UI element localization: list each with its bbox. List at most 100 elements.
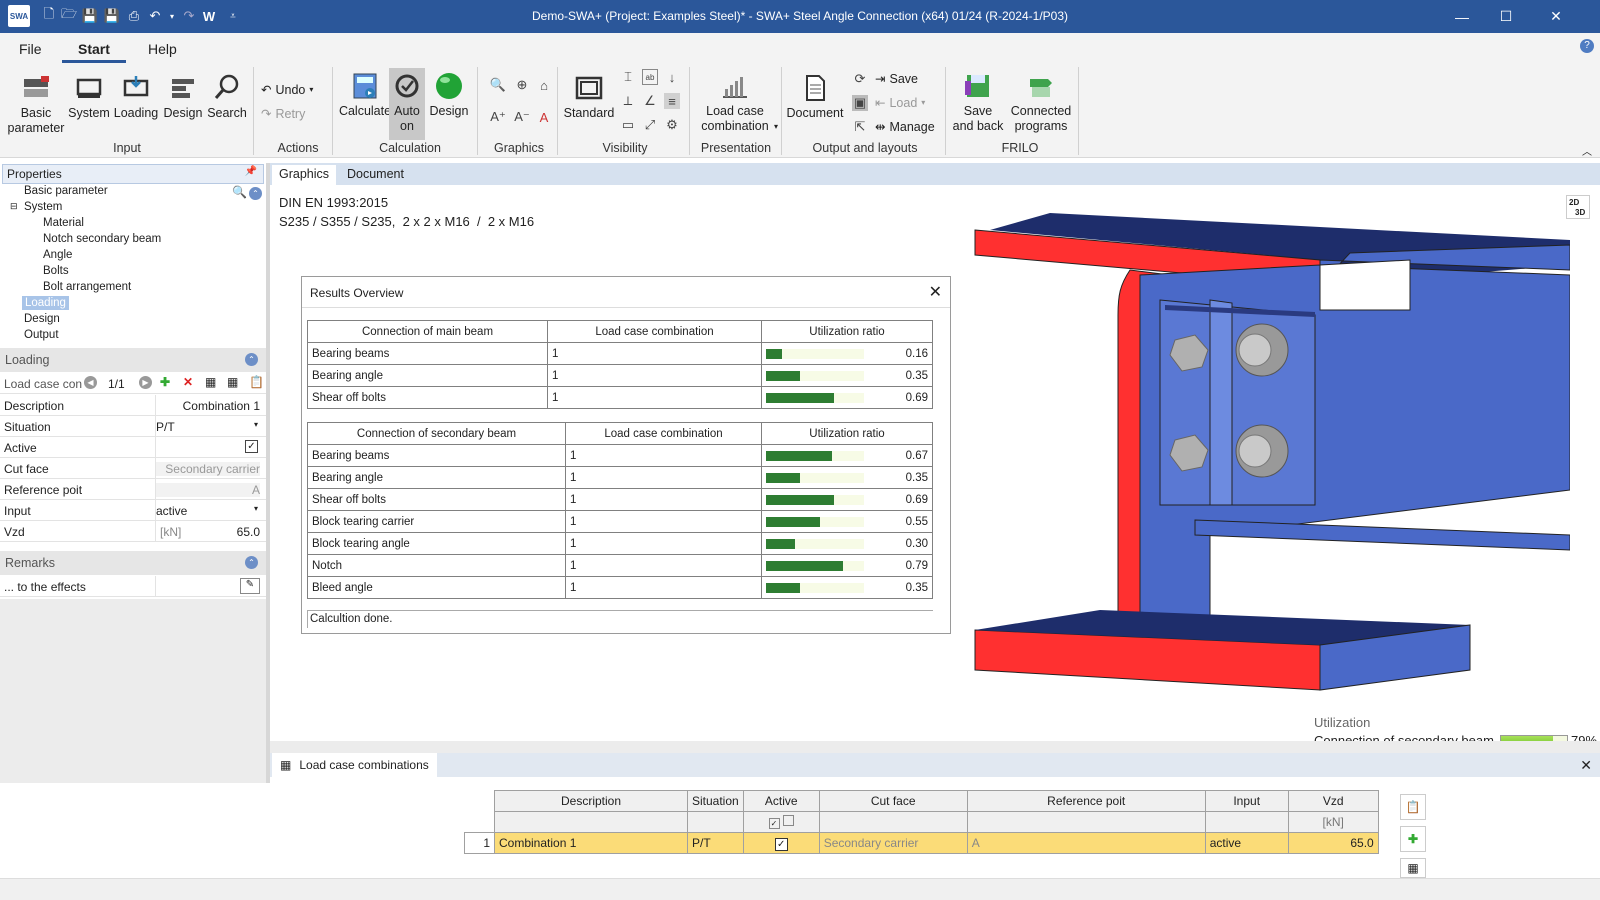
collapse-icon[interactable]: ⌃ (245, 353, 258, 366)
bolt-icon[interactable]: ▭ (620, 117, 636, 133)
arrow-down-icon[interactable]: ↓ (664, 69, 680, 85)
design-check-button[interactable]: Design (428, 71, 470, 119)
tab-help[interactable]: Help (148, 41, 177, 57)
angle-icon[interactable]: ∠ (642, 93, 658, 109)
table-row[interactable]: 1 Combination 1 P/T ✓ Secondary carrier … (464, 832, 1379, 854)
export-icon[interactable]: ⇱ (852, 119, 868, 135)
cell-input[interactable]: active (1204, 832, 1289, 854)
prop-effects[interactable]: ... to the effects ✎ (0, 576, 266, 597)
cell-situation[interactable]: P/T (687, 832, 744, 854)
cell-cut-face[interactable]: Secondary carrier (818, 832, 968, 854)
close-window-button[interactable]: ✕ (1534, 0, 1578, 33)
save-layout-button[interactable]: ⇥ Save (875, 71, 918, 87)
delete-icon[interactable]: ✕ (183, 375, 193, 389)
loading-button[interactable]: Loading (113, 73, 159, 121)
standard-view-button[interactable]: Standard (561, 73, 617, 121)
text-style-icon[interactable]: A (536, 109, 552, 125)
column-header[interactable]: Active (742, 790, 820, 812)
filter-checkboxes[interactable]: ✓ (742, 811, 820, 833)
maximize-button[interactable]: ☐ (1484, 0, 1528, 33)
tree-item-system[interactable]: System (24, 201, 62, 213)
loading-section-header[interactable]: Loading ⌃ (0, 348, 266, 372)
table-edit-icon[interactable]: ▦ (227, 375, 238, 389)
help-question-icon[interactable]: ? (1580, 39, 1594, 53)
connected-programs-button[interactable]: Connected programs (1008, 71, 1074, 134)
prop-description[interactable]: Description Combination 1 (0, 395, 266, 416)
column-header[interactable]: Vzd (1287, 790, 1379, 812)
tree-item-bolts[interactable]: Bolts (43, 265, 69, 277)
save-and-back-button[interactable]: Save and back (950, 71, 1006, 134)
collapse-all-icon[interactable]: ⌃ (249, 187, 262, 200)
auto-on-toggle[interactable]: Auto on (389, 68, 425, 140)
clipboard-icon[interactable]: 📋 (1400, 794, 1426, 820)
axis-icon[interactable]: ⟂ (620, 93, 636, 109)
prop-cut-face[interactable]: Cut face Secondary carrier (0, 458, 266, 479)
remarks-section-header[interactable]: Remarks ⌃ (0, 551, 266, 575)
tree-item-bolt-arrangement[interactable]: Bolt arrangement (43, 281, 131, 293)
collapse-icon[interactable]: ⌃ (245, 556, 258, 569)
search-button[interactable]: Search (205, 73, 249, 121)
zoom-in-icon[interactable]: ⊕ (514, 77, 530, 93)
table-icon[interactable]: ▦ (205, 375, 216, 389)
list-icon[interactable]: ≡ (664, 93, 680, 109)
weld-icon[interactable]: ⤢ (642, 117, 658, 133)
active-checkbox[interactable]: ✓ (774, 837, 788, 851)
undo-button[interactable]: ↶ Undo ▾ (261, 82, 313, 98)
load-case-combination-button[interactable]: Load case combination ▾ (692, 71, 778, 134)
close-icon[interactable]: ✕ (1580, 757, 1592, 774)
filter-checked-checkbox[interactable]: ✓ (768, 818, 780, 829)
cell-active[interactable]: ✓ (742, 832, 820, 854)
close-icon[interactable]: ✕ (929, 282, 942, 302)
font-increase-icon[interactable]: A⁺ (490, 109, 506, 125)
tree-collapse-icon[interactable]: ⊟ (10, 201, 18, 212)
column-header[interactable]: Description (494, 790, 688, 812)
retry-button[interactable]: ↷ Retry (261, 106, 305, 122)
cell-description[interactable]: Combination 1 (494, 832, 688, 854)
dimension-icon[interactable]: ⌶ (620, 69, 636, 85)
cell-vzd[interactable]: 65.0 (1287, 832, 1379, 854)
splitter[interactable] (270, 741, 1600, 753)
table-settings-icon[interactable]: ▦ (1400, 858, 1426, 878)
document-button[interactable]: Document (785, 73, 845, 121)
active-checkbox[interactable]: ✓ (245, 440, 258, 453)
collapse-ribbon-icon[interactable]: ︿ (1582, 143, 1592, 158)
tree-item-notch-secondary-beam[interactable]: Notch secondary beam (43, 233, 161, 245)
tab-document[interactable]: Document (340, 166, 411, 182)
add-row-icon[interactable]: ✚ (1400, 826, 1426, 852)
cell-reference[interactable]: A (966, 832, 1206, 854)
tab-graphics[interactable]: Graphics (272, 165, 337, 185)
tab-start[interactable]: Start (62, 41, 126, 63)
gear-icon[interactable]: ⚙ (664, 117, 680, 133)
prop-reference-point[interactable]: Reference poit A (0, 479, 266, 500)
load-layout-button[interactable]: ⇤ Load ▾ (875, 95, 925, 111)
chevron-down-icon[interactable]: ▾ (254, 504, 258, 513)
clipboard-icon[interactable]: 📋 (249, 375, 264, 389)
tree-item-output[interactable]: Output (24, 329, 59, 341)
column-header[interactable]: Cut face (818, 790, 968, 812)
basic-parameter-button[interactable]: Basic parameter (6, 73, 66, 136)
tab-load-case-combinations[interactable]: ▦ Load case combinations (272, 753, 437, 777)
add-icon[interactable]: ✚ (160, 375, 170, 389)
filter-unchecked-checkbox[interactable] (782, 815, 794, 826)
font-decrease-icon[interactable]: A⁻ (514, 109, 530, 125)
edit-note-icon[interactable]: ✎ (240, 578, 260, 594)
calculate-button[interactable]: Calculate (337, 71, 393, 119)
chevron-down-icon[interactable]: ▾ (254, 420, 258, 429)
prop-vzd[interactable]: Vzd [kN] 65.0 (0, 521, 266, 542)
tree-item-loading[interactable]: Loading (22, 296, 69, 310)
next-icon[interactable]: ▶ (139, 376, 152, 389)
prop-active[interactable]: Active ✓ (0, 437, 266, 458)
system-button[interactable]: System (67, 73, 111, 121)
tree-item-design[interactable]: Design (24, 313, 60, 325)
splitter[interactable] (266, 163, 270, 783)
label-icon[interactable]: ab (642, 69, 658, 85)
column-header[interactable]: Reference poit (966, 790, 1206, 812)
previous-icon[interactable]: ◀ (84, 376, 97, 389)
layout-icon[interactable]: ▣ (852, 95, 868, 111)
column-header[interactable]: Situation (687, 790, 744, 812)
tree-item-material[interactable]: Material (43, 217, 84, 229)
search-icon[interactable]: 🔍 (232, 185, 247, 199)
zoom-icon[interactable]: 🔍 (490, 77, 506, 93)
tree-item-angle[interactable]: Angle (43, 249, 72, 261)
design-button[interactable]: Design (161, 73, 205, 121)
